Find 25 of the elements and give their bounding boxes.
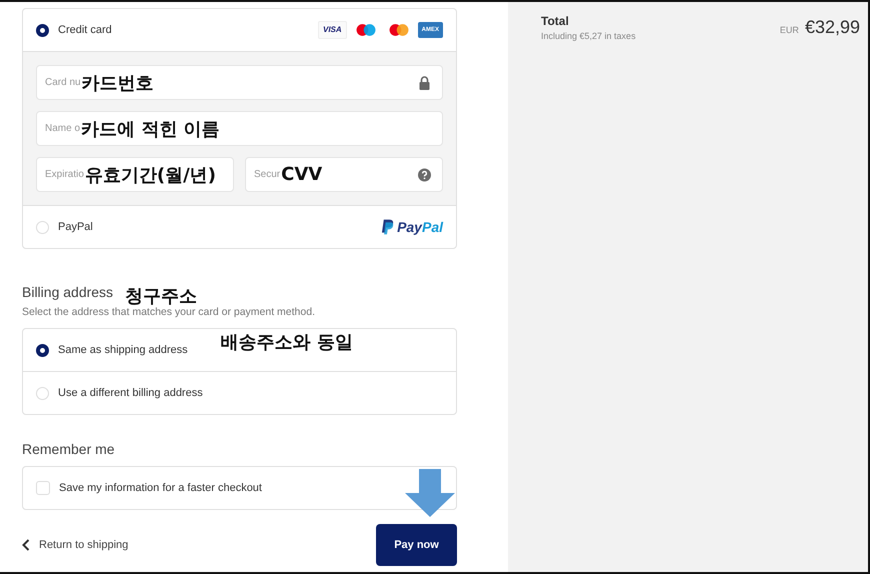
radio-button[interactable] <box>36 344 49 356</box>
paypal-logo: PayPal <box>381 219 443 235</box>
option-label[interactable]: Same as shipping address <box>58 344 188 356</box>
down-arrow-icon <box>405 469 455 517</box>
section-subtitle: Select the address that matches your card or payment method. <box>22 306 316 318</box>
payment-method-label: PayPal <box>58 221 93 233</box>
card-logo: VISA <box>318 21 347 39</box>
radio-button[interactable] <box>36 24 49 36</box>
section-title: Billing address <box>22 284 114 300</box>
pay-button[interactable]: Pay now <box>376 524 457 566</box>
back-link[interactable]: Return to shipping <box>22 539 128 551</box>
annotation-label: 배송주소와 동일 <box>220 331 353 354</box>
lock-icon <box>418 76 431 90</box>
section-title: Remember me <box>22 441 116 457</box>
help-icon <box>418 168 431 182</box>
chevron-left-icon <box>22 539 30 551</box>
total-label: Total <box>541 14 570 28</box>
annotation-label: 청구주소 <box>125 285 198 307</box>
total-amount: €32,99 <box>804 17 860 38</box>
tax-note: Including €5,27 in taxes <box>541 31 636 41</box>
option-label[interactable]: Use a different billing address <box>58 387 203 399</box>
payment-method-label: Credit card <box>58 24 112 36</box>
checkbox-label[interactable]: Save my information for a faster checkout <box>59 482 262 494</box>
currency-code: EUR <box>780 24 799 34</box>
checkbox[interactable] <box>36 481 50 495</box>
